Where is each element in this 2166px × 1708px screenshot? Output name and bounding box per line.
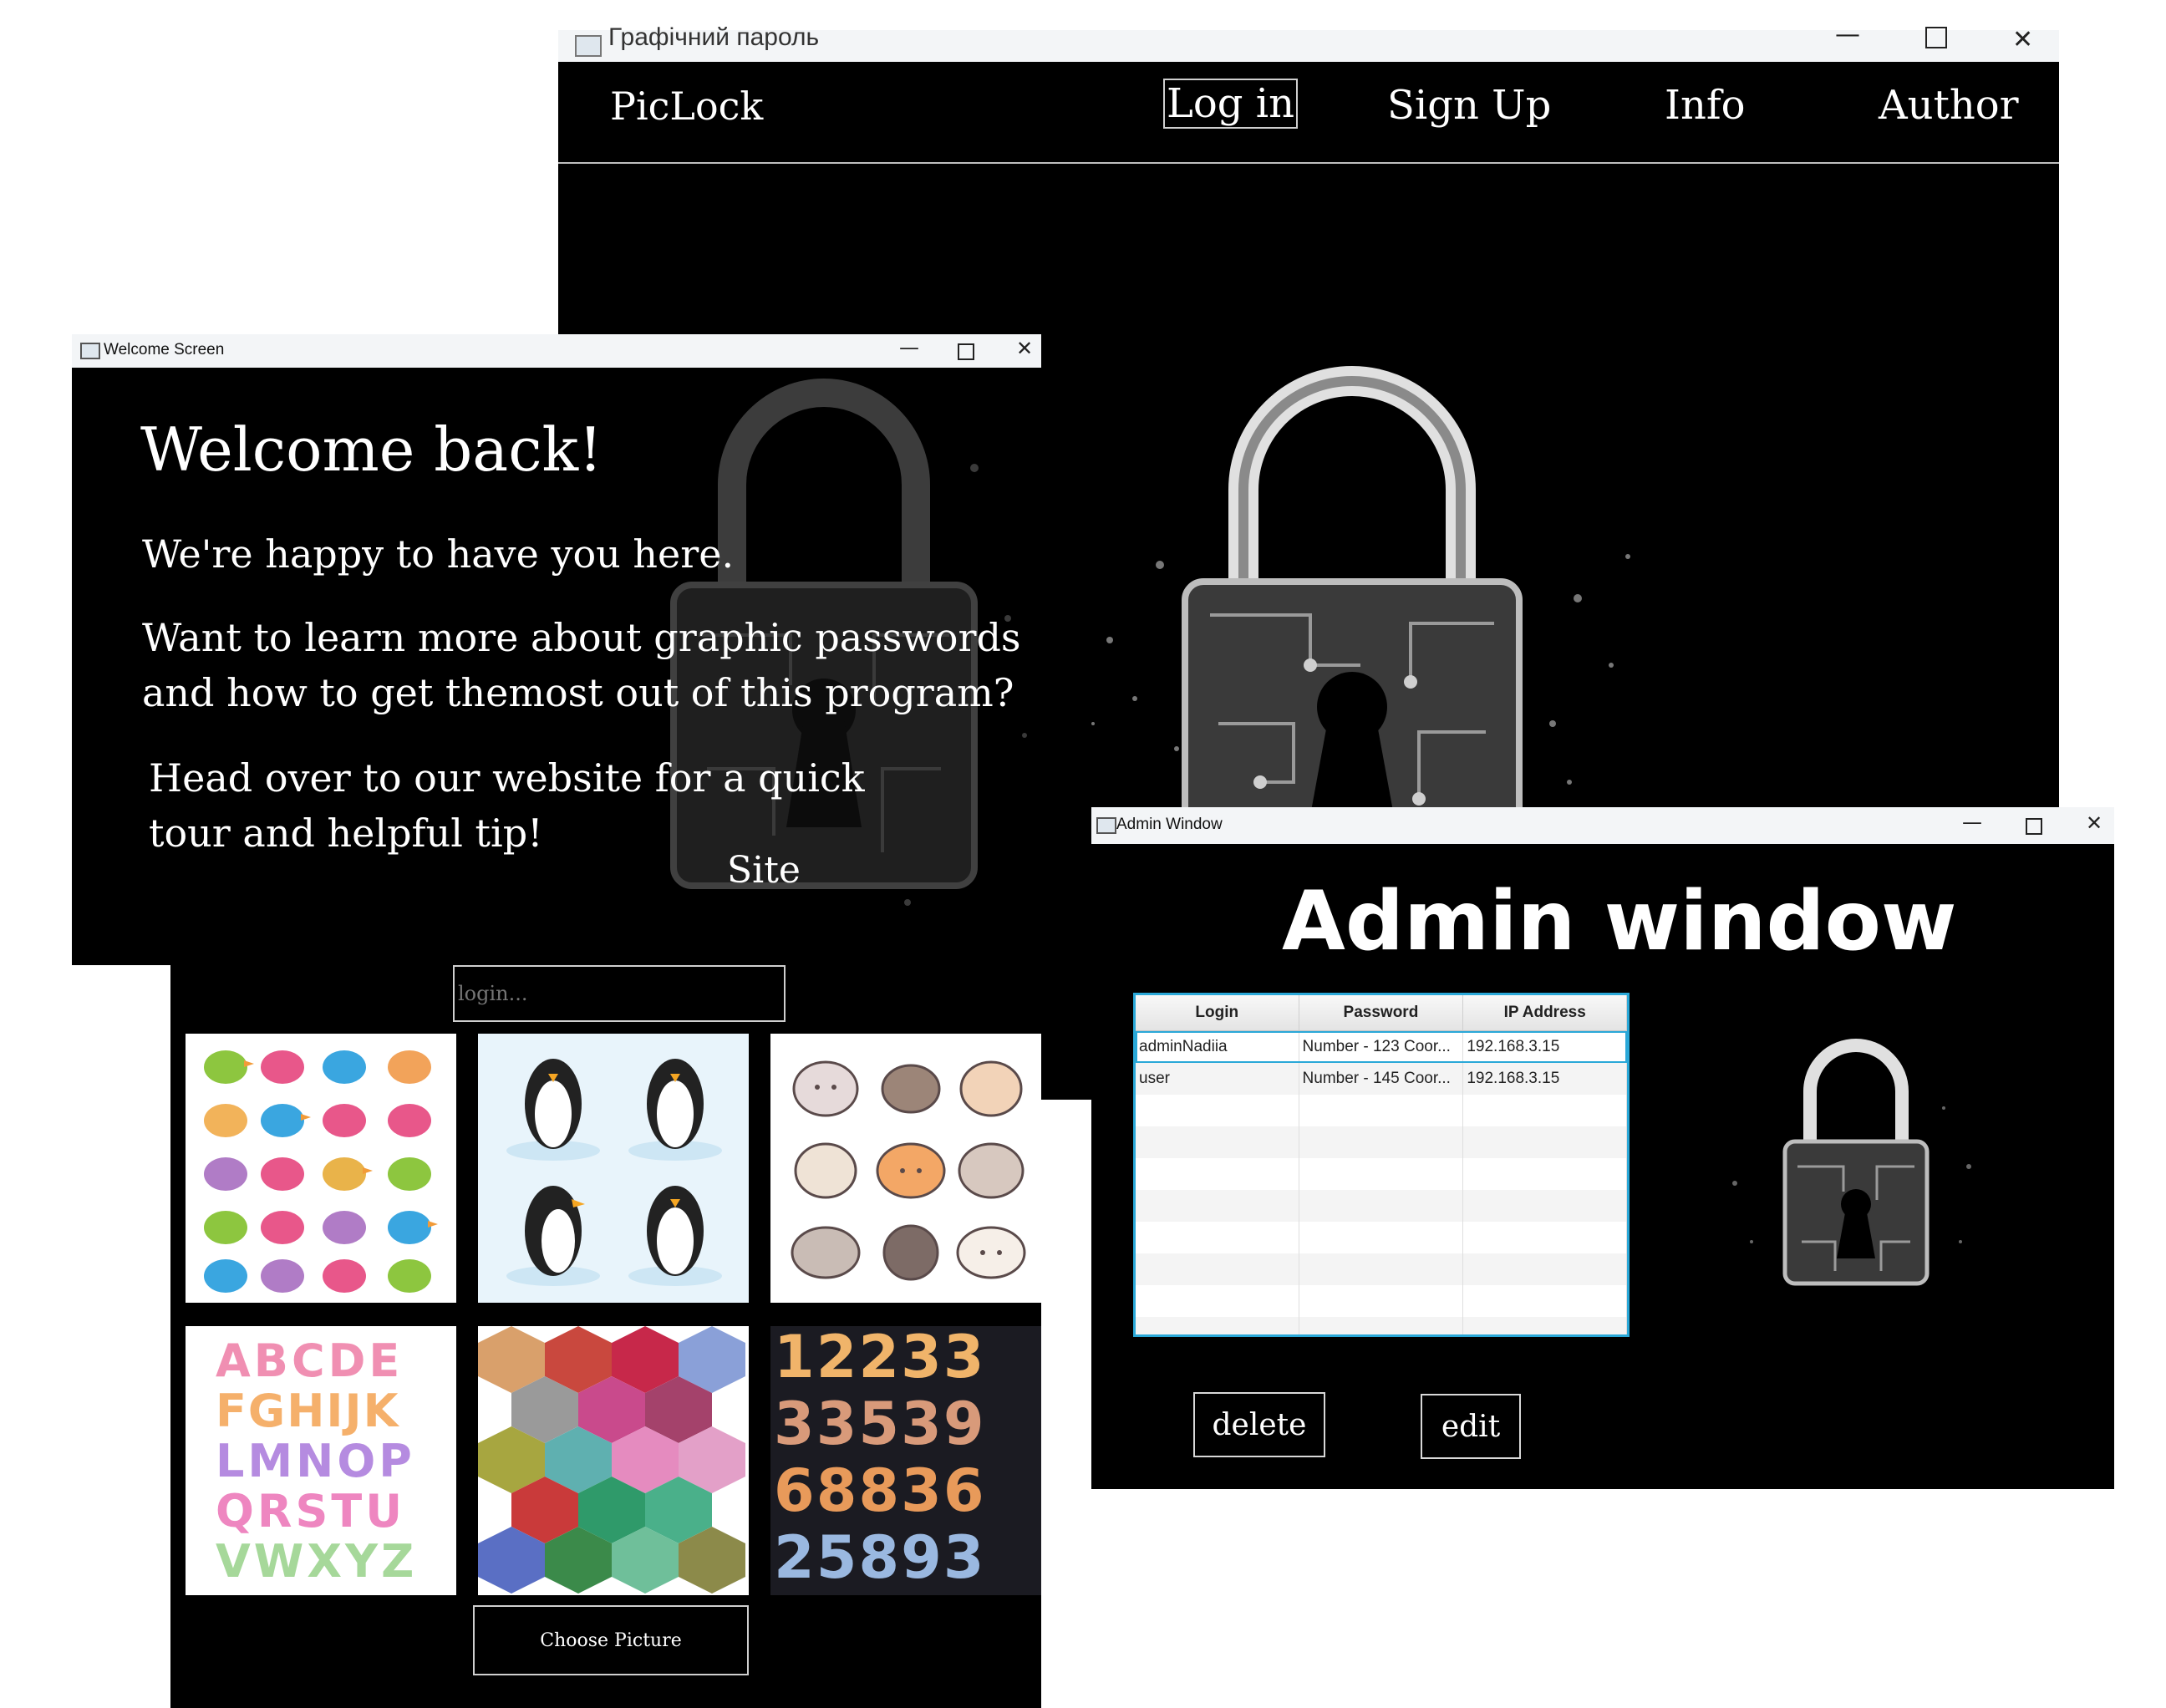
- welcome-window: Welcome Screen — ✕ Welcome back! We're h…: [72, 334, 1041, 965]
- admin-window: Admin Window — ✕ Admin window Login Pass…: [1091, 807, 2114, 1489]
- cats-icon: [791, 1060, 1026, 1281]
- users-table[interactable]: Login Password IP Address adminNadiia Nu…: [1133, 993, 1630, 1337]
- column-header-password[interactable]: Password: [1299, 995, 1464, 1031]
- padlock-icon: [670, 379, 1027, 906]
- main-navbar: PicLock Log in Sign Up Info Author: [558, 62, 2059, 164]
- brand-logo[interactable]: PicLock: [610, 84, 763, 129]
- nav-login[interactable]: Log in: [1163, 79, 1299, 129]
- delete-button[interactable]: delete: [1193, 1392, 1325, 1457]
- cell-password: Number - 123 Coor...: [1299, 1030, 1464, 1063]
- numbers-row-2: 33539: [774, 1390, 986, 1458]
- table-row[interactable]: adminNadiia Number - 123 Coor... 192.168…: [1136, 1030, 1627, 1063]
- minimize-icon[interactable]: —: [899, 336, 919, 359]
- minimize-icon[interactable]: —: [1835, 20, 1860, 49]
- padlock-image: [1060, 348, 1645, 869]
- picture-tile-cubes[interactable]: [478, 1326, 749, 1595]
- padlock-icon: [1732, 1039, 1971, 1286]
- table-row-empty[interactable]: [1136, 1222, 1627, 1253]
- maximize-icon[interactable]: [1925, 27, 1947, 48]
- welcome-window-title: Welcome Screen: [104, 341, 225, 358]
- welcome-padlock-background: [607, 368, 1041, 965]
- welcome-para2-line1: Want to learn more about graphic passwor…: [142, 615, 1021, 660]
- letters-row-1: ABCDE: [216, 1334, 404, 1387]
- table-row[interactable]: user Number - 145 Coor... 192.168.3.15: [1136, 1063, 1627, 1095]
- app-icon: [575, 35, 602, 57]
- welcome-heading: Welcome back!: [140, 414, 603, 485]
- welcome-para2-line2: and how to get themost out of this progr…: [142, 670, 1014, 715]
- cell-login: adminNadiia: [1136, 1030, 1299, 1063]
- maximize-icon[interactable]: [958, 343, 974, 360]
- numbers-row-1: 12233: [774, 1326, 986, 1391]
- penguins-icon: [506, 1059, 722, 1286]
- login-panel: ABCDE FGHIJK LMNOP QRSTU VWXYZ 12233 335…: [170, 965, 1041, 1708]
- close-icon[interactable]: ✕: [2086, 811, 2102, 835]
- nav-signup[interactable]: Sign Up: [1387, 82, 1551, 129]
- welcome-line1: We're happy to have you here.: [142, 531, 735, 577]
- table-row-empty[interactable]: [1136, 1190, 1627, 1222]
- birds-icon: [204, 1050, 438, 1293]
- cubes-icon: [478, 1326, 745, 1594]
- users-grid: Login Password IP Address adminNadiia Nu…: [1136, 995, 1627, 1334]
- welcome-para3-line2: tour and helpful tip!: [149, 811, 543, 856]
- admin-window-title: Admin Window: [1116, 816, 1223, 833]
- table-row-empty[interactable]: [1136, 1285, 1627, 1317]
- table-row-empty[interactable]: [1136, 1317, 1627, 1334]
- picture-tile-letters[interactable]: ABCDE FGHIJK LMNOP QRSTU VWXYZ: [186, 1326, 456, 1595]
- cell-ip: 192.168.3.15: [1462, 1030, 1627, 1063]
- table-row-empty[interactable]: [1136, 1158, 1627, 1190]
- close-icon[interactable]: ✕: [1016, 337, 1033, 360]
- table-row-empty[interactable]: [1136, 1095, 1627, 1126]
- picture-tile-birds[interactable]: [186, 1034, 456, 1303]
- admin-app-icon: [1096, 817, 1116, 834]
- letters-row-2: FGHIJK: [216, 1385, 400, 1437]
- cell-login: user: [1136, 1063, 1299, 1095]
- edit-button[interactable]: edit: [1421, 1394, 1521, 1459]
- column-header-ip[interactable]: IP Address: [1462, 995, 1627, 1031]
- main-window-title: Графічний пароль: [608, 23, 820, 51]
- site-link[interactable]: Site: [727, 849, 801, 892]
- welcome-para3-line1: Head over to our website for a quick: [149, 755, 865, 801]
- login-input[interactable]: [453, 965, 786, 1022]
- letters-row-4: QRSTU: [216, 1485, 406, 1538]
- table-row-empty[interactable]: [1136, 1126, 1627, 1158]
- admin-heading: Admin window: [1282, 874, 1957, 969]
- table-row-empty[interactable]: [1136, 1253, 1627, 1285]
- letters-row-3: LMNOP: [216, 1435, 415, 1487]
- main-window-titlebar[interactable]: Графічний пароль — ✕: [558, 20, 2059, 62]
- letters-row-5: VWXYZ: [216, 1535, 418, 1588]
- welcome-app-icon: [80, 343, 100, 359]
- cell-password: Number - 145 Coor...: [1299, 1063, 1464, 1095]
- column-header-login[interactable]: Login: [1136, 995, 1299, 1031]
- picture-tile-cats[interactable]: [770, 1034, 1041, 1303]
- maximize-icon[interactable]: [2026, 818, 2042, 835]
- choose-picture-button[interactable]: Choose Picture: [473, 1605, 749, 1675]
- numbers-row-4: 25893: [774, 1523, 986, 1592]
- minimize-icon[interactable]: —: [1962, 811, 1982, 834]
- nav-info[interactable]: Info: [1665, 82, 1746, 129]
- numbers-row-3: 68836: [774, 1456, 986, 1525]
- close-icon[interactable]: ✕: [2012, 25, 2033, 54]
- admin-padlock-image: [1710, 1033, 1994, 1309]
- cell-ip: 192.168.3.15: [1462, 1063, 1627, 1095]
- picture-tile-numbers[interactable]: 12233 33539 68836 25893: [770, 1326, 1041, 1595]
- picture-tile-penguins[interactable]: [478, 1034, 749, 1303]
- padlock-icon: [1091, 366, 1630, 869]
- admin-window-titlebar[interactable]: Admin Window — ✕: [1091, 807, 2114, 844]
- nav-author[interactable]: Author: [1879, 82, 2019, 129]
- welcome-window-titlebar[interactable]: Welcome Screen — ✕: [72, 334, 1041, 368]
